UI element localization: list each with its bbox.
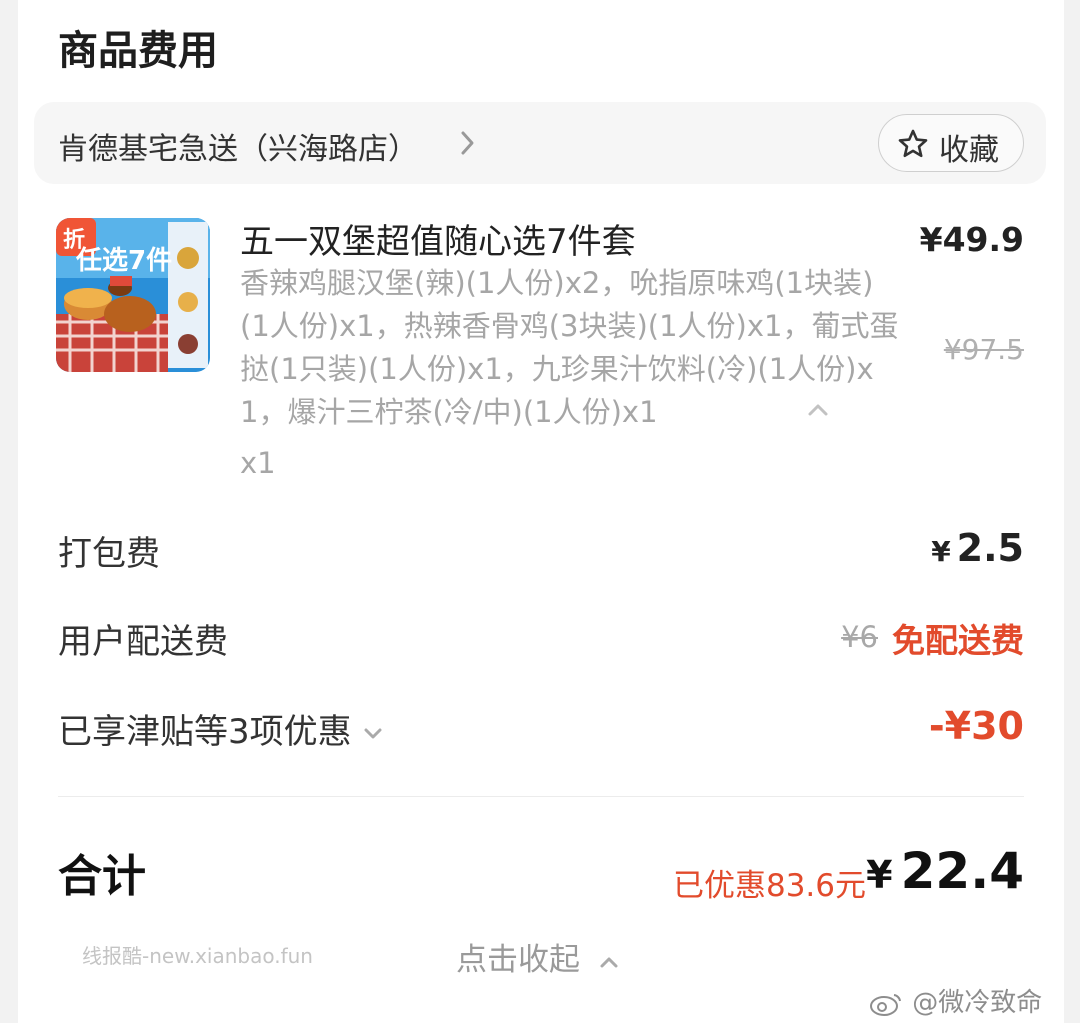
product-original-price: ¥97.5 xyxy=(943,333,1024,366)
thumbnail-caption: 任选7件 xyxy=(76,246,173,276)
collapse-button[interactable]: 点击收起 xyxy=(456,934,620,979)
watermark-user-text: @微冷致命 xyxy=(912,988,1043,1018)
watermark-site: 线报酷-new.xianbao.fun xyxy=(82,944,313,968)
chevron-right-icon xyxy=(459,128,477,162)
product-thumbnail[interactable]: 折 任选7件 xyxy=(56,218,210,372)
total-value: ¥22.4 xyxy=(866,842,1024,900)
yen-symbol: ¥ xyxy=(866,853,893,897)
divider xyxy=(58,796,1024,797)
discount-row-label[interactable]: 已享津贴等3项优惠 xyxy=(58,704,384,753)
store-name[interactable]: 肯德基宅急送（兴海路店） xyxy=(58,124,418,168)
product-quantity: x1 xyxy=(240,446,276,480)
delivery-fee-label: 用户配送费 xyxy=(58,622,228,662)
delivery-fee-value: 免配送费 xyxy=(892,621,1024,660)
product-description: 香辣鸡腿汉堡(辣)(1人份)x2，吮指原味鸡(1块装)(1人份)x1，热辣香骨鸡… xyxy=(240,266,899,429)
star-icon xyxy=(897,128,929,164)
order-fee-card: 商品费用 肯德基宅急送（兴海路店） 收藏 折 任选7件 五一双堡超值随心选7件套… xyxy=(18,0,1064,1023)
section-title: 商品费用 xyxy=(58,28,218,74)
chevron-up-icon xyxy=(590,942,620,978)
favorite-button[interactable]: 收藏 xyxy=(878,114,1024,172)
yen-symbol: ¥ xyxy=(931,535,951,568)
delivery-fee-original: ¥6 xyxy=(841,620,878,654)
discount-value: -¥30 xyxy=(928,704,1024,748)
saved-amount: 已优惠83.6元 xyxy=(672,868,866,904)
total-label: 合计 xyxy=(58,851,146,902)
packing-fee-amount: 2.5 xyxy=(956,526,1024,570)
product-price: ¥49.9 xyxy=(919,220,1024,259)
packing-fee-value: ¥2.5 xyxy=(931,526,1024,570)
product-name[interactable]: 五一双堡超值随心选7件套 xyxy=(240,214,636,263)
chevron-down-icon xyxy=(362,712,384,752)
collapse-label: 点击收起 xyxy=(456,942,580,978)
discount-label: 已享津贴等3项优惠 xyxy=(58,712,352,752)
watermark-user: @微冷致命 xyxy=(868,982,1042,1019)
packing-fee-label: 打包费 xyxy=(58,534,160,574)
chevron-up-icon[interactable] xyxy=(806,402,830,422)
favorite-label: 收藏 xyxy=(939,133,999,168)
store-bar[interactable]: 肯德基宅急送（兴海路店） 收藏 xyxy=(34,102,1046,184)
weibo-icon xyxy=(868,988,912,1018)
total-amount: 22.4 xyxy=(900,842,1024,900)
